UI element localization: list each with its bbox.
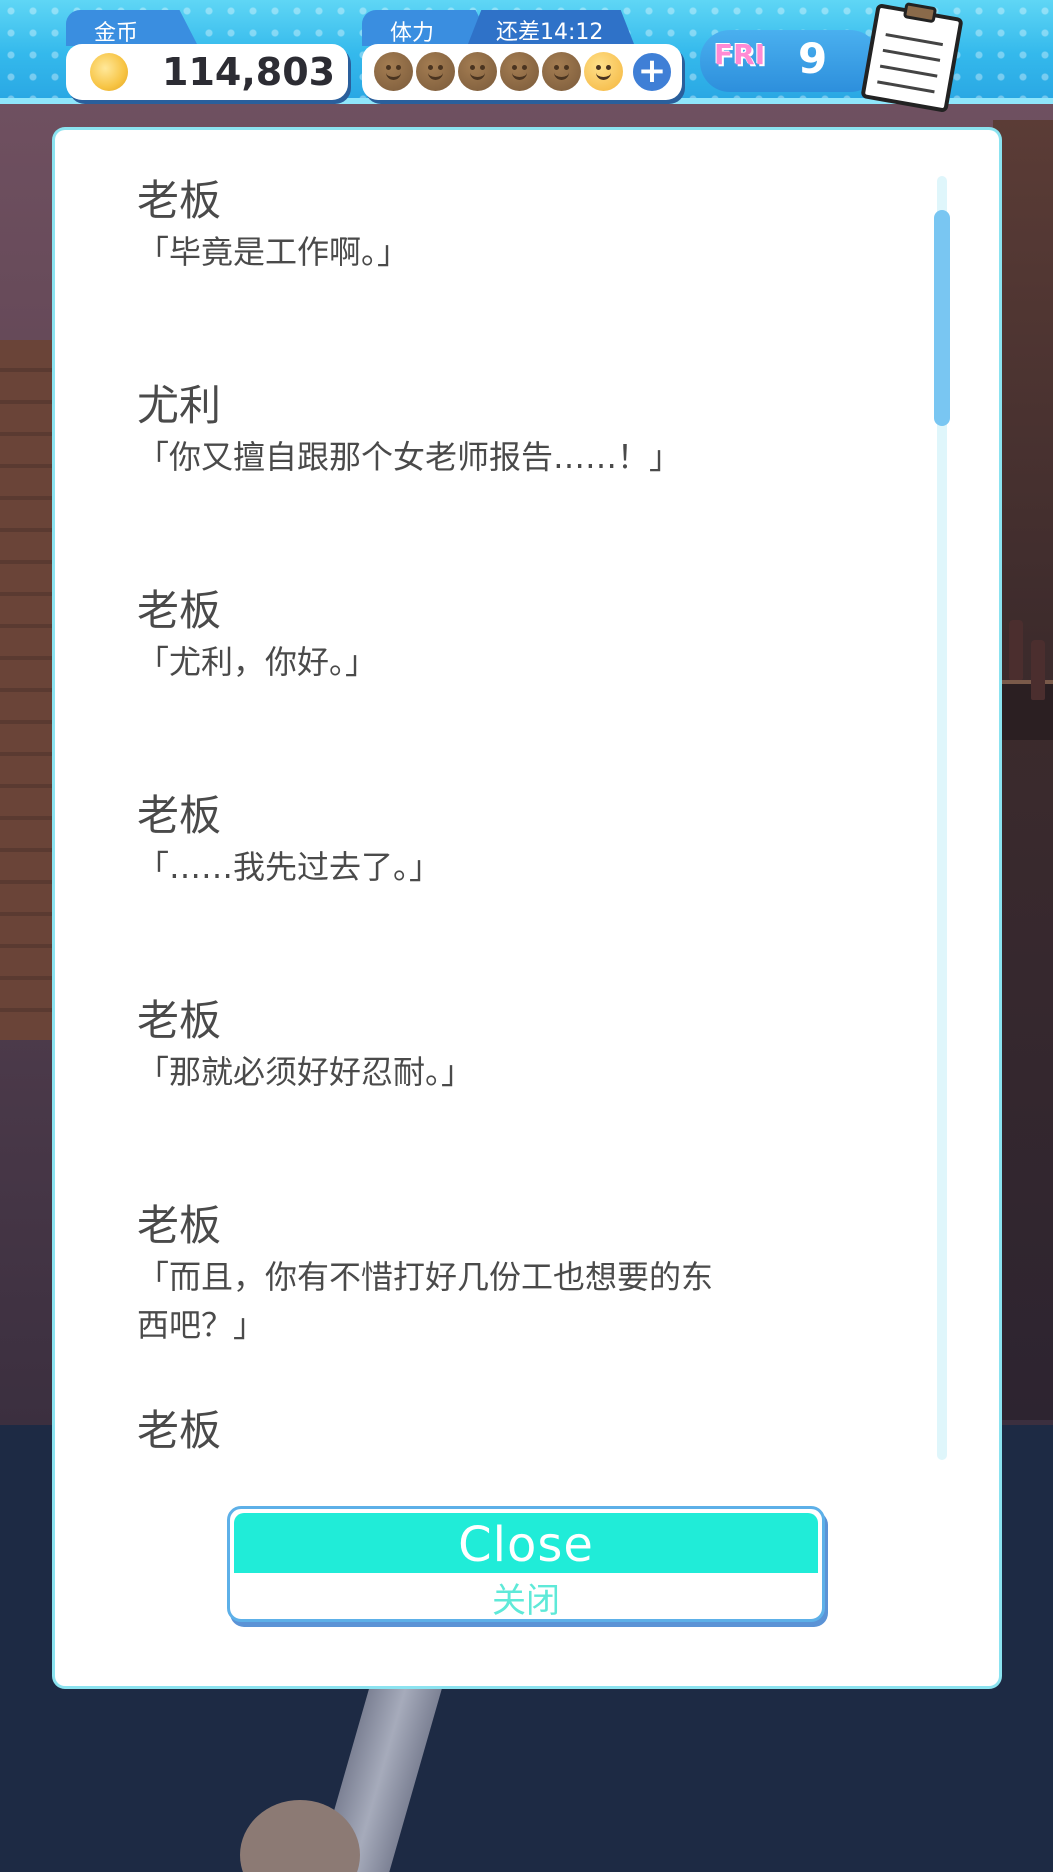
stamina-face-icon — [500, 52, 539, 91]
stamina-face-mouth — [386, 72, 401, 80]
notepad-icon[interactable] — [860, 2, 964, 113]
stamina-meter: + — [362, 44, 682, 100]
log-speaker: 老板 — [137, 996, 222, 1045]
background-bottle — [1031, 640, 1045, 700]
log-line: 「而且，你有不惜打好几份工也想要的东 — [137, 1258, 714, 1296]
day-number: 9 — [798, 34, 828, 83]
log-entry: 老板 「而且，你有不惜打好几份工也想要的东 西吧？」 — [137, 1201, 917, 1349]
coins-label: 金币 — [66, 10, 198, 46]
log-scrollbar-thumb[interactable] — [934, 210, 950, 426]
log-entry: 尤利 「你又擅自跟那个女老师报告……！」 — [137, 381, 917, 481]
log-entry: 老板 — [137, 1406, 917, 1456]
stamina-timer: 还差14:12 — [468, 10, 634, 44]
stamina-face-mouth — [428, 72, 443, 80]
stamina-face-mouth — [512, 72, 527, 80]
background-right-wall — [993, 120, 1053, 1420]
stamina-face-icon — [584, 52, 623, 91]
stamina-face-mouth — [470, 72, 485, 80]
log-line: 「……我先过去了。」 — [137, 848, 442, 886]
log-speaker: 老板 — [137, 176, 222, 225]
log-speaker: 老板 — [137, 1201, 222, 1250]
log-line-continued: 西吧？」 — [137, 1306, 266, 1344]
log-speaker: 老板 — [137, 791, 222, 840]
log-speaker: 尤利 — [137, 381, 222, 430]
dialogue-log-panel: 老板 「毕竟是工作啊。」 尤利 「你又擅自跟那个女老师报告……！」 老板 「尤利… — [55, 130, 999, 1686]
stamina-faces — [374, 52, 623, 91]
stamina-face-icon — [374, 52, 413, 91]
log-entry: 老板 「……我先过去了。」 — [137, 791, 917, 891]
day-indicator: FRI 9 — [700, 30, 880, 92]
coin-icon — [90, 53, 128, 91]
day-name: FRI — [714, 38, 766, 71]
log-line: 「那就必须好好忍耐。」 — [137, 1053, 474, 1091]
stamina-face-icon — [542, 52, 581, 91]
log-entry: 老板 「那就必须好好忍耐。」 — [137, 996, 917, 1096]
top-hud: 金币 114,803 体力 还差14:12 + FRI 9 — [0, 0, 1053, 113]
log-line: 「尤利，你好。」 — [137, 643, 378, 681]
coin-value: 114,803 — [162, 50, 336, 94]
close-label-zh: 关闭 — [492, 1581, 560, 1621]
dialogue-log-list[interactable]: 老板 「毕竟是工作啊。」 尤利 「你又擅自跟那个女老师报告……！」 老板 「尤利… — [137, 176, 917, 1576]
log-speaker: 老板 — [137, 1406, 222, 1455]
log-line: 「毕竟是工作啊。」 — [137, 233, 410, 271]
log-line: 「你又擅自跟那个女老师报告……！」 — [137, 438, 682, 476]
stamina-face-icon — [416, 52, 455, 91]
stamina-face-mouth — [554, 72, 569, 80]
close-label-en: Close — [458, 1517, 594, 1573]
background-bottle — [1009, 620, 1023, 680]
close-button[interactable]: Close 关闭 — [227, 1506, 825, 1622]
coin-counter[interactable]: 114,803 — [66, 44, 348, 100]
log-entry: 老板 「尤利，你好。」 — [137, 586, 917, 686]
stamina-face-icon — [458, 52, 497, 91]
log-entry: 老板 「毕竟是工作啊。」 — [137, 176, 917, 276]
stamina-face-mouth — [596, 72, 611, 80]
log-speaker: 老板 — [137, 586, 222, 635]
background-brick-wall — [0, 340, 60, 1040]
stamina-plus-button[interactable]: + — [630, 50, 674, 94]
